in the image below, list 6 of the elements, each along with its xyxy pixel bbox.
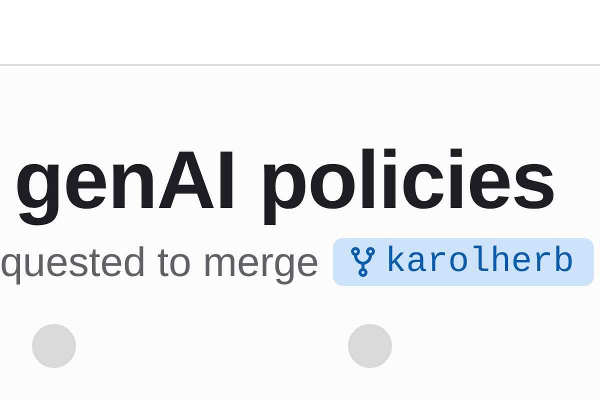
merge-request-title: genAI policies [14,136,557,226]
avatar-icon [348,324,392,368]
branch-icon [351,247,376,277]
avatar-icon [32,324,76,368]
branch-link[interactable]: karolherb [333,238,594,286]
merge-description: quested to merge [0,238,320,286]
